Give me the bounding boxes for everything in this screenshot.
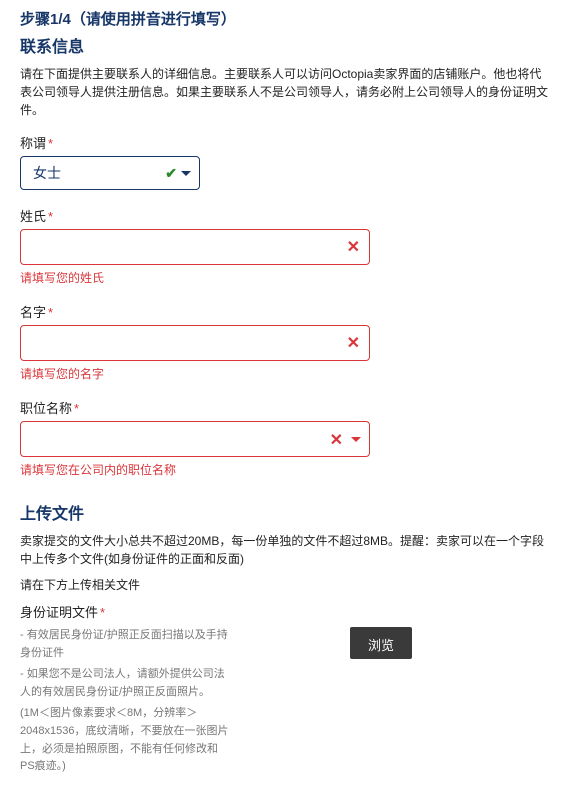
- close-icon[interactable]: ✕: [347, 333, 360, 353]
- lastname-input[interactable]: [20, 229, 370, 265]
- chevron-down-icon: [351, 437, 361, 442]
- jobtitle-error: 请填写您在公司内的职位名称: [20, 461, 552, 478]
- step-title: 步骤1/4（请使用拼音进行填写）: [20, 8, 552, 29]
- salutation-label: 称谓*: [20, 133, 552, 152]
- contact-heading: 联系信息: [20, 33, 552, 57]
- idproof-label: 身份证明文件*: [20, 602, 552, 621]
- jobtitle-label: 职位名称*: [20, 398, 552, 417]
- upload-tip: - 如果您不是公司法人，请额外提供公司法人的有效居民身份证/护照正反面照片。: [20, 666, 230, 701]
- lastname-error: 请填写您的姓氏: [20, 269, 552, 286]
- browse-button[interactable]: 浏览: [350, 627, 412, 659]
- lastname-label: 姓氏*: [20, 206, 552, 225]
- salutation-field: 称谓* 女士 ✔: [20, 133, 552, 190]
- upload-section: 上传文件 卖家提交的文件大小总共不超过20MB，每一份单独的文件不超过8MB。提…: [20, 500, 552, 780]
- close-icon[interactable]: ✕: [347, 237, 360, 257]
- upload-tip: (1M＜图片像素要求＜8M，分辨率＞2048x1536，底纹清晰，不要放在一张图…: [20, 705, 230, 775]
- jobtitle-select[interactable]: ✕: [20, 421, 370, 457]
- jobtitle-field: 职位名称* ✕ 请填写您在公司内的职位名称: [20, 398, 552, 478]
- check-icon: ✔: [165, 165, 177, 182]
- salutation-select[interactable]: 女士 ✔: [20, 156, 200, 190]
- close-icon: ✕: [330, 430, 343, 450]
- upload-tips: - 有效居民身份证/护照正反面扫描以及手持身份证件 - 如果您不是公司法人，请额…: [20, 627, 230, 780]
- chevron-down-icon: [181, 171, 191, 176]
- upload-heading: 上传文件: [20, 500, 552, 524]
- upload-tip: - 有效居民身份证/护照正反面扫描以及手持身份证件: [20, 627, 230, 662]
- lastname-field: 姓氏* ✕ 请填写您的姓氏: [20, 206, 552, 286]
- firstname-input[interactable]: [20, 325, 370, 361]
- firstname-field: 名字* ✕ 请填写您的名字: [20, 302, 552, 382]
- firstname-error: 请填写您的名字: [20, 365, 552, 382]
- upload-prompt: 请在下方上传相关文件: [20, 576, 552, 594]
- contact-description: 请在下面提供主要联系人的详细信息。主要联系人可以访问Octopia卖家界面的店铺…: [20, 65, 552, 119]
- firstname-label: 名字*: [20, 302, 552, 321]
- salutation-value: 女士: [33, 163, 61, 183]
- upload-description: 卖家提交的文件大小总共不超过20MB，每一份单独的文件不超过8MB。提醒：卖家可…: [20, 532, 552, 568]
